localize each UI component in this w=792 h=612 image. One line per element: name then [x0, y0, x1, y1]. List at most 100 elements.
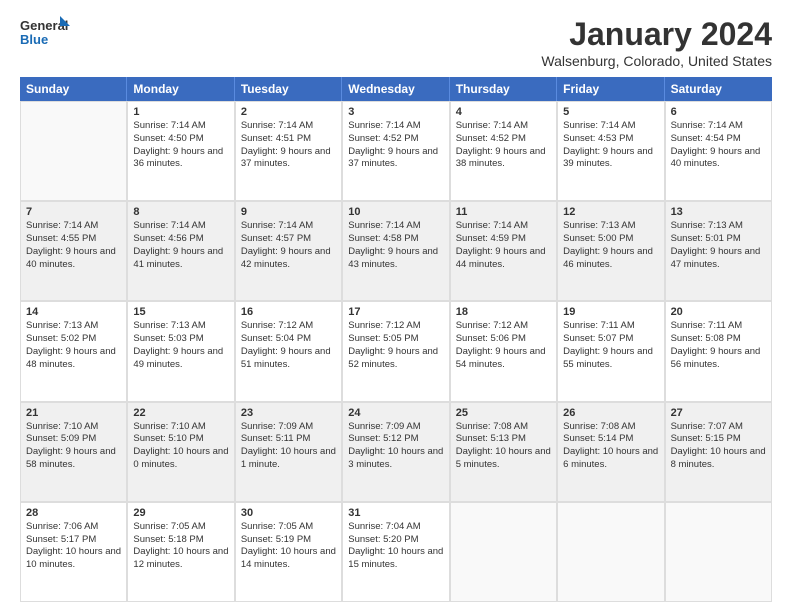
cal-cell: 22Sunrise: 7:10 AM Sunset: 5:10 PM Dayli…	[127, 402, 234, 502]
day-info: Sunrise: 7:14 AM Sunset: 4:52 PM Dayligh…	[348, 120, 443, 171]
header-monday: Monday	[127, 77, 234, 101]
day-number: 27	[671, 407, 766, 419]
day-number: 31	[348, 507, 443, 519]
cal-cell: 19Sunrise: 7:11 AM Sunset: 5:07 PM Dayli…	[557, 301, 664, 401]
header-tuesday: Tuesday	[235, 77, 342, 101]
day-info: Sunrise: 7:14 AM Sunset: 4:53 PM Dayligh…	[563, 120, 658, 171]
day-info: Sunrise: 7:12 AM Sunset: 5:06 PM Dayligh…	[456, 320, 551, 371]
location-title: Walsenburg, Colorado, United States	[541, 53, 772, 69]
day-number: 4	[456, 106, 551, 118]
title-block: January 2024 Walsenburg, Colorado, Unite…	[541, 16, 772, 69]
day-info: Sunrise: 7:04 AM Sunset: 5:20 PM Dayligh…	[348, 521, 443, 572]
day-info: Sunrise: 7:14 AM Sunset: 4:51 PM Dayligh…	[241, 120, 336, 171]
day-info: Sunrise: 7:07 AM Sunset: 5:15 PM Dayligh…	[671, 421, 766, 472]
day-info: Sunrise: 7:14 AM Sunset: 4:50 PM Dayligh…	[133, 120, 228, 171]
day-info: Sunrise: 7:12 AM Sunset: 5:04 PM Dayligh…	[241, 320, 336, 371]
day-info: Sunrise: 7:08 AM Sunset: 5:14 PM Dayligh…	[563, 421, 658, 472]
day-number: 14	[26, 306, 121, 318]
svg-text:Blue: Blue	[20, 32, 48, 46]
header-friday: Friday	[557, 77, 664, 101]
day-number: 12	[563, 206, 658, 218]
day-number: 11	[456, 206, 551, 218]
day-info: Sunrise: 7:14 AM Sunset: 4:54 PM Dayligh…	[671, 120, 766, 171]
header: GeneralBlue January 2024 Walsenburg, Col…	[20, 16, 772, 69]
day-number: 23	[241, 407, 336, 419]
cal-cell: 28 Sunrise: 7:06 AM Sunset: 5:17 PM Dayli…	[20, 502, 127, 602]
day-info: Sunrise: 7:05 AM Sunset: 5:19 PM Dayligh…	[241, 521, 336, 572]
month-title: January 2024	[541, 16, 772, 53]
cal-cell: 15 Sunrise: 7:13 AM Sunset: 5:03 PM Dayli…	[127, 301, 234, 401]
cal-cell: 3Sunrise: 7:14 AM Sunset: 4:52 PM Daylig…	[342, 101, 449, 201]
day-number: 6	[671, 106, 766, 118]
cal-cell: 23Sunrise: 7:09 AM Sunset: 5:11 PM Dayli…	[235, 402, 342, 502]
day-info: Sunrise: 7:14 AM Sunset: 4:59 PM Dayligh…	[456, 220, 551, 271]
cal-cell: 8 Sunrise: 7:14 AM Sunset: 4:56 PM Daylig…	[127, 201, 234, 301]
day-info: Sunrise: 7:14 AM Sunset: 4:58 PM Dayligh…	[348, 220, 443, 271]
day-number: 13	[671, 206, 766, 218]
calendar-header: Sunday Monday Tuesday Wednesday Thursday…	[20, 77, 772, 101]
day-info: Sunrise: 7:05 AM Sunset: 5:18 PM Dayligh…	[133, 521, 228, 572]
day-number: 30	[241, 507, 336, 519]
day-number: 26	[563, 407, 658, 419]
day-number: 15	[133, 306, 228, 318]
day-number: 21	[26, 407, 121, 419]
cal-cell: 10 Sunrise: 7:14 AM Sunset: 4:58 PM Dayli…	[342, 201, 449, 301]
day-number: 25	[456, 407, 551, 419]
cal-cell: 29Sunrise: 7:05 AM Sunset: 5:18 PM Dayli…	[127, 502, 234, 602]
day-info: Sunrise: 7:13 AM Sunset: 5:03 PM Dayligh…	[133, 320, 228, 371]
cal-cell: 25 Sunrise: 7:08 AM Sunset: 5:13 PM Dayli…	[450, 402, 557, 502]
day-info: Sunrise: 7:06 AM Sunset: 5:17 PM Dayligh…	[26, 521, 121, 572]
day-info: Sunrise: 7:08 AM Sunset: 5:13 PM Dayligh…	[456, 421, 551, 472]
cal-cell: 12 Sunrise: 7:13 AM Sunset: 5:00 PM Dayli…	[557, 201, 664, 301]
cal-cell: 11 Sunrise: 7:14 AM Sunset: 4:59 PM Dayli…	[450, 201, 557, 301]
cal-cell: 27 Sunrise: 7:07 AM Sunset: 5:15 PM Dayli…	[665, 402, 772, 502]
day-number: 24	[348, 407, 443, 419]
day-info: Sunrise: 7:13 AM Sunset: 5:01 PM Dayligh…	[671, 220, 766, 271]
cal-cell: 9 Sunrise: 7:14 AM Sunset: 4:57 PM Daylig…	[235, 201, 342, 301]
day-info: Sunrise: 7:14 AM Sunset: 4:52 PM Dayligh…	[456, 120, 551, 171]
day-info: Sunrise: 7:09 AM Sunset: 5:12 PM Dayligh…	[348, 421, 443, 472]
logo-icon: GeneralBlue	[20, 16, 70, 46]
day-number: 5	[563, 106, 658, 118]
calendar-body: 1Sunrise: 7:14 AM Sunset: 4:50 PM Daylig…	[20, 101, 772, 602]
day-info: Sunrise: 7:14 AM Sunset: 4:56 PM Dayligh…	[133, 220, 228, 271]
page: GeneralBlue January 2024 Walsenburg, Col…	[0, 0, 792, 612]
cal-cell: 17 Sunrise: 7:12 AM Sunset: 5:05 PM Dayli…	[342, 301, 449, 401]
cal-cell: 24 Sunrise: 7:09 AM Sunset: 5:12 PM Dayli…	[342, 402, 449, 502]
header-sunday: Sunday	[20, 77, 127, 101]
day-number: 8	[133, 206, 228, 218]
cal-cell: 18 Sunrise: 7:12 AM Sunset: 5:06 PM Dayli…	[450, 301, 557, 401]
cal-cell: 13 Sunrise: 7:13 AM Sunset: 5:01 PM Dayli…	[665, 201, 772, 301]
cal-cell: 31 Sunrise: 7:04 AM Sunset: 5:20 PM Dayli…	[342, 502, 449, 602]
header-thursday: Thursday	[450, 77, 557, 101]
day-info: Sunrise: 7:12 AM Sunset: 5:05 PM Dayligh…	[348, 320, 443, 371]
day-number: 22	[133, 407, 228, 419]
day-number: 18	[456, 306, 551, 318]
cal-cell: 14 Sunrise: 7:13 AM Sunset: 5:02 PM Dayli…	[20, 301, 127, 401]
cal-cell: 5 Sunrise: 7:14 AM Sunset: 4:53 PM Daylig…	[557, 101, 664, 201]
day-info: Sunrise: 7:11 AM Sunset: 5:08 PM Dayligh…	[671, 320, 766, 371]
cal-cell: 20 Sunrise: 7:11 AM Sunset: 5:08 PM Dayli…	[665, 301, 772, 401]
day-info: Sunrise: 7:14 AM Sunset: 4:57 PM Dayligh…	[241, 220, 336, 271]
day-info: Sunrise: 7:13 AM Sunset: 5:02 PM Dayligh…	[26, 320, 121, 371]
cal-cell: 21 Sunrise: 7:10 AM Sunset: 5:09 PM Dayli…	[20, 402, 127, 502]
cal-cell: 26 Sunrise: 7:08 AM Sunset: 5:14 PM Dayli…	[557, 402, 664, 502]
day-number: 10	[348, 206, 443, 218]
cal-cell: 1Sunrise: 7:14 AM Sunset: 4:50 PM Daylig…	[127, 101, 234, 201]
cal-cell: 7Sunrise: 7:14 AM Sunset: 4:55 PM Daylig…	[20, 201, 127, 301]
day-number: 17	[348, 306, 443, 318]
header-saturday: Saturday	[665, 77, 772, 101]
day-info: Sunrise: 7:10 AM Sunset: 5:09 PM Dayligh…	[26, 421, 121, 472]
cal-cell: 16 Sunrise: 7:12 AM Sunset: 5:04 PM Dayli…	[235, 301, 342, 401]
day-number: 9	[241, 206, 336, 218]
day-info: Sunrise: 7:13 AM Sunset: 5:00 PM Dayligh…	[563, 220, 658, 271]
calendar: Sunday Monday Tuesday Wednesday Thursday…	[20, 77, 772, 602]
day-number: 20	[671, 306, 766, 318]
cal-cell	[20, 101, 127, 201]
logo: GeneralBlue	[20, 16, 74, 46]
day-number: 28	[26, 507, 121, 519]
cal-cell	[450, 502, 557, 602]
cal-cell	[665, 502, 772, 602]
day-number: 16	[241, 306, 336, 318]
header-wednesday: Wednesday	[342, 77, 449, 101]
